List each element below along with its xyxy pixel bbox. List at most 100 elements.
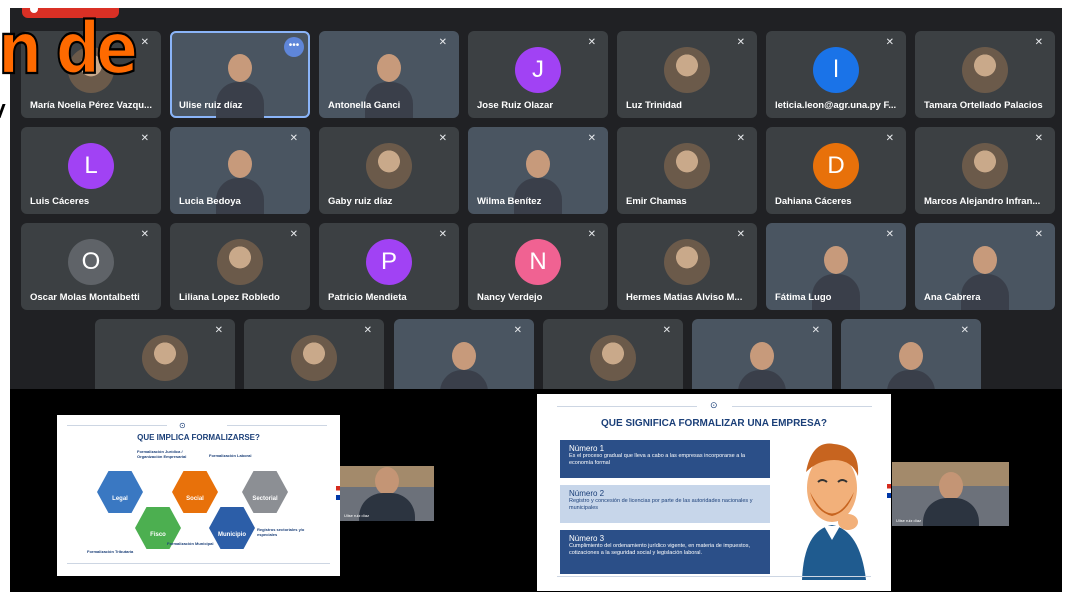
shared-screen-right: ⊙ QUE SIGNIFICA FORMALIZAR UNA EMPRESA? …	[518, 389, 1062, 592]
number-item-2: Número 2 Registro y concesión de licenci…	[560, 485, 770, 523]
note-municipal: Formalización Municipal	[167, 541, 214, 546]
divider	[227, 425, 327, 426]
participant-name: Gaby ruiz díaz	[328, 196, 393, 207]
mic-off-icon: ✕	[736, 133, 745, 144]
avatar	[366, 143, 412, 189]
participant-tile[interactable]: ✕ Ana Cabrera	[915, 223, 1055, 310]
slide-formalizarse: QUE IMPLICA FORMALIZARSE? ⊙ Legal Social S…	[57, 415, 340, 576]
participant-tile[interactable]: ✕ Antonella Ganci	[319, 31, 459, 118]
participant-name: Luz Trinidad	[626, 100, 682, 111]
divider	[557, 406, 697, 407]
participant-tile[interactable]: l ✕ leticia.leon@agr.una.py F...	[766, 31, 906, 118]
mic-off-icon: ✕	[662, 325, 671, 336]
avatar: N	[515, 239, 561, 285]
video-feed	[735, 338, 789, 389]
participant-tile[interactable]: ✕	[692, 319, 832, 389]
avatar	[962, 143, 1008, 189]
participant-name: Antonella Ganci	[328, 100, 401, 111]
footer-divider	[557, 576, 871, 577]
participant-tile[interactable]: ✕ Gaby ruiz díaz	[319, 127, 459, 214]
participant-tile[interactable]: ✕ Hermes Matias Alviso M...	[617, 223, 757, 310]
mic-off-icon: ✕	[811, 325, 820, 336]
avatar: J	[515, 47, 561, 93]
participant-tile[interactable]: ✕ Luz Trinidad	[617, 31, 757, 118]
participant-tile[interactable]: ••• Ulise ruiz díaz	[170, 31, 310, 118]
participant-tile[interactable]: ✕	[95, 319, 235, 389]
mic-off-icon: ✕	[140, 37, 149, 48]
mic-off-icon: ✕	[587, 37, 596, 48]
participant-tile[interactable]: ✕ Liliana Lopez Robledo	[170, 223, 310, 310]
mic-off-icon: ✕	[363, 325, 372, 336]
participant-tile[interactable]: ✕	[394, 319, 534, 389]
participant-tile[interactable]: ✕	[841, 319, 981, 389]
participant-tile[interactable]: ✕ Marcos Alejandro Infran...	[915, 127, 1055, 214]
presenter-camera: Ulise ruiz díaz	[340, 466, 434, 521]
participant-name: Hermes Matias Alviso M...	[626, 292, 743, 303]
participant-name: Ana Cabrera	[924, 292, 981, 303]
note-laboral: Formalización Laboral	[209, 453, 252, 458]
participant-tile[interactable]: D ✕ Dahiana Cáceres	[766, 127, 906, 214]
note-registros: Registros sectoriales y/o especiales	[257, 527, 305, 537]
mic-off-icon: ✕	[438, 229, 447, 240]
presenter-camera: Ulise ruiz díaz	[892, 462, 1009, 526]
avatar	[664, 143, 710, 189]
mic-off-icon: ✕	[214, 325, 223, 336]
avatar	[962, 47, 1008, 93]
mic-off-icon: ✕	[140, 229, 149, 240]
divider	[67, 425, 167, 426]
mic-off-icon: ✕	[885, 133, 894, 144]
participant-name: Lucia Bedoya	[179, 196, 241, 207]
slide-title: QUE SIGNIFICA FORMALIZAR UNA EMPRESA?	[601, 418, 827, 429]
divider	[732, 406, 872, 407]
mic-off-icon: ✕	[587, 229, 596, 240]
overlay-title: n de	[0, 6, 139, 91]
participant-tile[interactable]: P ✕ Patricio Mendieta	[319, 223, 459, 310]
mic-off-icon: ✕	[885, 229, 894, 240]
participant-tile[interactable]: ✕ Emir Chamas	[617, 127, 757, 214]
mic-off-icon: ✕	[289, 133, 298, 144]
mic-off-icon: ✕	[1034, 229, 1043, 240]
avatar	[142, 335, 188, 381]
participant-name: Marcos Alejandro Infran...	[924, 196, 1041, 207]
flag-icon	[336, 486, 340, 500]
mic-off-icon: ✕	[140, 133, 149, 144]
more-options-icon[interactable]: •••	[284, 37, 304, 57]
video-feed	[884, 338, 938, 389]
mic-off-icon: ✕	[736, 37, 745, 48]
shared-screen-left: QUE IMPLICA FORMALIZARSE? ⊙ Legal Social S…	[10, 389, 518, 592]
participant-tile[interactable]: ✕ Tamara Ortellado Palacios	[915, 31, 1055, 118]
slide-formalizar-empresa: ⊙ QUE SIGNIFICA FORMALIZAR UNA EMPRESA? …	[537, 394, 891, 591]
avatar	[217, 239, 263, 285]
participant-name: Tamara Ortellado Palacios	[924, 100, 1043, 111]
participant-name: Fátima Lugo	[775, 292, 832, 303]
mic-off-icon: ✕	[513, 325, 522, 336]
participant-name: leticia.leon@agr.una.py F...	[775, 100, 897, 111]
video-feed	[437, 338, 491, 389]
participant-tile[interactable]: L ✕ Luis Cáceres	[21, 127, 161, 214]
participant-name: Wilma Benítez	[477, 196, 542, 207]
participant-name: Jose Ruiz Olazar	[477, 100, 554, 111]
participant-tile[interactable]: ✕	[543, 319, 683, 389]
participant-tile[interactable]: ✕ Wilma Benítez	[468, 127, 608, 214]
participant-tile[interactable]: J ✕ Jose Ruiz Olazar	[468, 31, 608, 118]
participant-tile[interactable]: N ✕ Nancy Verdejo	[468, 223, 608, 310]
emblem-icon: ⊙	[710, 400, 718, 410]
avatar: l	[813, 47, 859, 93]
flag-icon	[887, 484, 891, 498]
participant-name: María Noelia Pérez Vazqu...	[30, 100, 152, 111]
mic-off-icon: ✕	[289, 229, 298, 240]
participant-tile[interactable]: ✕ Fátima Lugo	[766, 223, 906, 310]
avatar: O	[68, 239, 114, 285]
participant-tile[interactable]: O ✕ Oscar Molas Montalbetti	[21, 223, 161, 310]
participant-name: Emir Chamas	[626, 196, 687, 207]
participant-name: Oscar Molas Montalbetti	[30, 292, 140, 303]
hex-legal: Legal	[97, 471, 143, 513]
participant-tile[interactable]: ✕	[244, 319, 384, 389]
participant-name: Liliana Lopez Robledo	[179, 292, 280, 303]
hex-social: Social	[172, 471, 218, 513]
avatar: L	[68, 143, 114, 189]
participant-name: Ulise ruiz díaz	[179, 100, 243, 111]
participant-name: Nancy Verdejo	[477, 292, 543, 303]
participant-tile[interactable]: ✕ Lucia Bedoya	[170, 127, 310, 214]
avatar: D	[813, 143, 859, 189]
